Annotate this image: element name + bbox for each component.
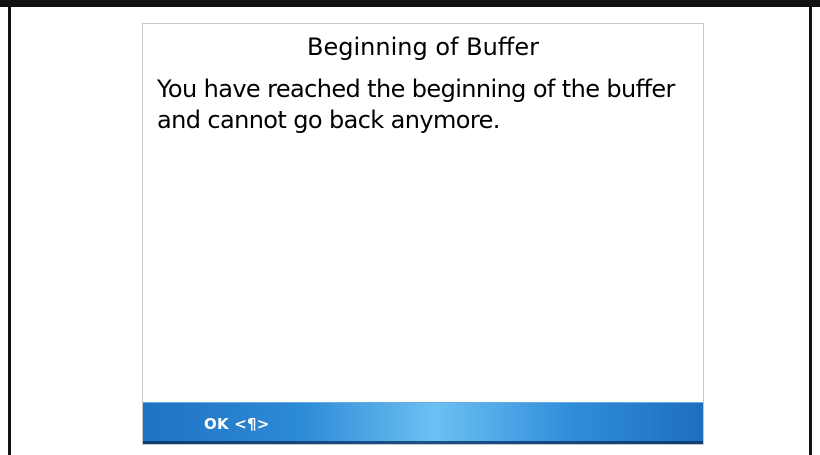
screen-frame-top — [0, 0, 820, 7]
dialog-title: Beginning of Buffer — [307, 33, 539, 61]
buffer-dialog: Beginning of Buffer You have reached the… — [142, 23, 704, 445]
dialog-message: You have reached the beginning of the bu… — [157, 75, 675, 134]
softkey-bar: OK <¶> — [143, 402, 703, 444]
ok-softkey-button[interactable]: OK <¶> — [204, 413, 269, 435]
screen-frame-right — [809, 0, 812, 455]
screen-frame-left — [8, 0, 11, 455]
